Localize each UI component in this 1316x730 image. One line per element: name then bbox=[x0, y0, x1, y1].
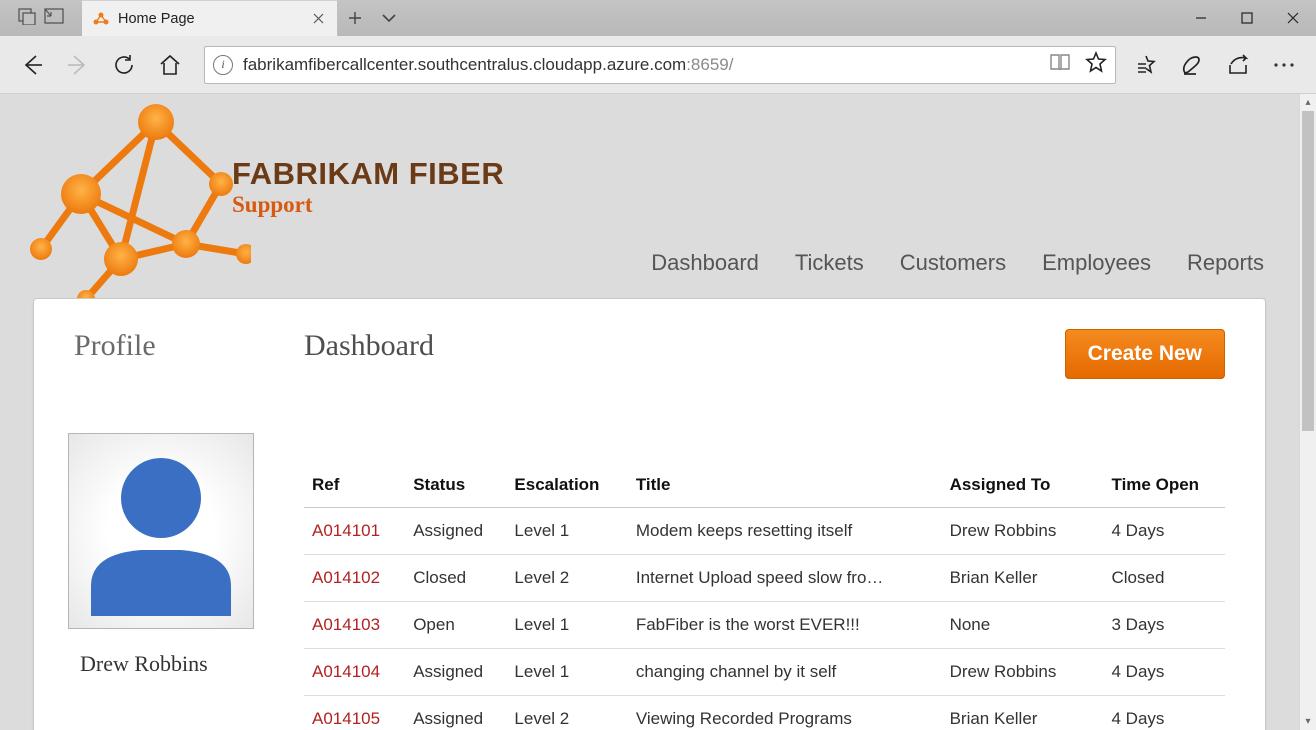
brand-subtitle: Support bbox=[232, 192, 504, 218]
set-aside-tabs-icon[interactable] bbox=[18, 7, 36, 30]
nav-dashboard[interactable]: Dashboard bbox=[651, 250, 759, 276]
tab-favicon-icon bbox=[92, 10, 110, 28]
th-assigned: Assigned To bbox=[942, 465, 1104, 508]
th-escalation: Escalation bbox=[506, 465, 627, 508]
brand-title: FABRIKAM FIBER bbox=[232, 156, 504, 192]
tab-close-icon[interactable] bbox=[309, 10, 327, 28]
ticket-ref-link[interactable]: A014104 bbox=[312, 662, 380, 681]
settings-more-icon[interactable] bbox=[1262, 43, 1306, 87]
ticket-title: Modem keeps resetting itself bbox=[628, 508, 942, 555]
ticket-assigned: Brian Keller bbox=[942, 555, 1104, 602]
table-row: A014101 Assigned Level 1 Modem keeps res… bbox=[304, 508, 1225, 555]
ticket-escalation: Level 2 bbox=[506, 696, 627, 730]
table-header-row: Ref Status Escalation Title Assigned To … bbox=[304, 465, 1225, 508]
ticket-ref-link[interactable]: A014102 bbox=[312, 568, 380, 587]
profile-user-name: Drew Robbins bbox=[80, 651, 304, 677]
ticket-status: Closed bbox=[405, 555, 506, 602]
ticket-status: Assigned bbox=[405, 696, 506, 730]
ticket-assigned: Drew Robbins bbox=[942, 649, 1104, 696]
ticket-status: Assigned bbox=[405, 508, 506, 555]
window-maximize-button[interactable] bbox=[1224, 0, 1270, 36]
page-viewport: FABRIKAM FIBER Support Dashboard Tickets… bbox=[0, 94, 1316, 730]
favorites-hub-icon[interactable] bbox=[1124, 43, 1168, 87]
vertical-scrollbar[interactable]: ▴ ▾ bbox=[1299, 94, 1316, 730]
nav-tickets[interactable]: Tickets bbox=[795, 250, 864, 276]
forward-button[interactable] bbox=[56, 43, 100, 87]
ticket-assigned: Brian Keller bbox=[942, 696, 1104, 730]
th-title: Title bbox=[628, 465, 942, 508]
tab-title: Home Page bbox=[118, 11, 301, 27]
browser-toolbar: i fabrikamfibercallcenter.southcentralus… bbox=[0, 36, 1316, 94]
nav-employees[interactable]: Employees bbox=[1042, 250, 1151, 276]
brand-text: FABRIKAM FIBER Support bbox=[232, 156, 504, 218]
brand-logo-icon bbox=[6, 94, 266, 304]
profile-heading: Profile bbox=[74, 329, 304, 363]
share-icon[interactable] bbox=[1216, 43, 1260, 87]
tab-actions-left bbox=[0, 0, 82, 36]
page-header: FABRIKAM FIBER Support Dashboard Tickets… bbox=[0, 94, 1299, 302]
table-row: A014103 Open Level 1 FabFiber is the wor… bbox=[304, 602, 1225, 649]
scroll-thumb[interactable] bbox=[1302, 111, 1314, 431]
profile-avatar bbox=[68, 433, 254, 629]
tab-preview-toggle-icon[interactable] bbox=[372, 0, 406, 36]
page-content: FABRIKAM FIBER Support Dashboard Tickets… bbox=[0, 94, 1299, 730]
notes-icon[interactable] bbox=[1170, 43, 1214, 87]
scroll-down-icon[interactable]: ▾ bbox=[1300, 713, 1316, 730]
create-new-button[interactable]: Create New bbox=[1065, 329, 1225, 379]
show-tabs-icon[interactable] bbox=[44, 8, 64, 29]
ticket-assigned: Drew Robbins bbox=[942, 508, 1104, 555]
ticket-assigned: None bbox=[942, 602, 1104, 649]
ticket-title: Internet Upload speed slow fro… bbox=[628, 555, 942, 602]
content-card: Profile Drew Robbins Dashboard Create Ne… bbox=[33, 298, 1266, 730]
reading-view-icon[interactable] bbox=[1049, 52, 1071, 77]
ticket-time: 3 Days bbox=[1104, 602, 1226, 649]
dashboard-heading: Dashboard bbox=[304, 329, 434, 363]
th-ref: Ref bbox=[304, 465, 405, 508]
window-close-button[interactable] bbox=[1270, 0, 1316, 36]
ticket-time: 4 Days bbox=[1104, 649, 1226, 696]
ticket-time: Closed bbox=[1104, 555, 1226, 602]
table-row: A014102 Closed Level 2 Internet Upload s… bbox=[304, 555, 1225, 602]
nav-reports[interactable]: Reports bbox=[1187, 250, 1264, 276]
th-time: Time Open bbox=[1104, 465, 1226, 508]
address-bar[interactable]: i fabrikamfibercallcenter.southcentralus… bbox=[204, 46, 1116, 84]
scroll-track[interactable] bbox=[1300, 111, 1316, 713]
ticket-status: Assigned bbox=[405, 649, 506, 696]
back-button[interactable] bbox=[10, 43, 54, 87]
table-row: A014105 Assigned Level 2 Viewing Recorde… bbox=[304, 696, 1225, 730]
ticket-ref-link[interactable]: A014105 bbox=[312, 709, 380, 728]
new-tab-button[interactable] bbox=[338, 0, 372, 36]
favorite-star-icon[interactable] bbox=[1085, 51, 1107, 78]
ticket-time: 4 Days bbox=[1104, 508, 1226, 555]
ticket-title: Viewing Recorded Programs bbox=[628, 696, 942, 730]
nav-customers[interactable]: Customers bbox=[900, 250, 1006, 276]
ticket-escalation: Level 1 bbox=[506, 602, 627, 649]
ticket-escalation: Level 1 bbox=[506, 649, 627, 696]
ticket-escalation: Level 2 bbox=[506, 555, 627, 602]
tickets-table: Ref Status Escalation Title Assigned To … bbox=[304, 465, 1225, 730]
window-minimize-button[interactable] bbox=[1178, 0, 1224, 36]
refresh-button[interactable] bbox=[102, 43, 146, 87]
main-nav: Dashboard Tickets Customers Employees Re… bbox=[651, 250, 1264, 276]
ticket-escalation: Level 1 bbox=[506, 508, 627, 555]
table-row: A014104 Assigned Level 1 changing channe… bbox=[304, 649, 1225, 696]
ticket-title: changing channel by it self bbox=[628, 649, 942, 696]
browser-titlebar: Home Page bbox=[0, 0, 1316, 36]
th-status: Status bbox=[405, 465, 506, 508]
ticket-time: 4 Days bbox=[1104, 696, 1226, 730]
ticket-ref-link[interactable]: A014101 bbox=[312, 521, 380, 540]
ticket-title: FabFiber is the worst EVER!!! bbox=[628, 602, 942, 649]
url-text: fabrikamfibercallcenter.southcentralus.c… bbox=[243, 55, 1039, 75]
window-controls bbox=[1178, 0, 1316, 36]
site-info-icon[interactable]: i bbox=[213, 55, 233, 75]
browser-tab-active[interactable]: Home Page bbox=[82, 0, 338, 36]
ticket-ref-link[interactable]: A014103 bbox=[312, 615, 380, 634]
ticket-status: Open bbox=[405, 602, 506, 649]
scroll-up-icon[interactable]: ▴ bbox=[1300, 94, 1316, 111]
home-button[interactable] bbox=[148, 43, 192, 87]
